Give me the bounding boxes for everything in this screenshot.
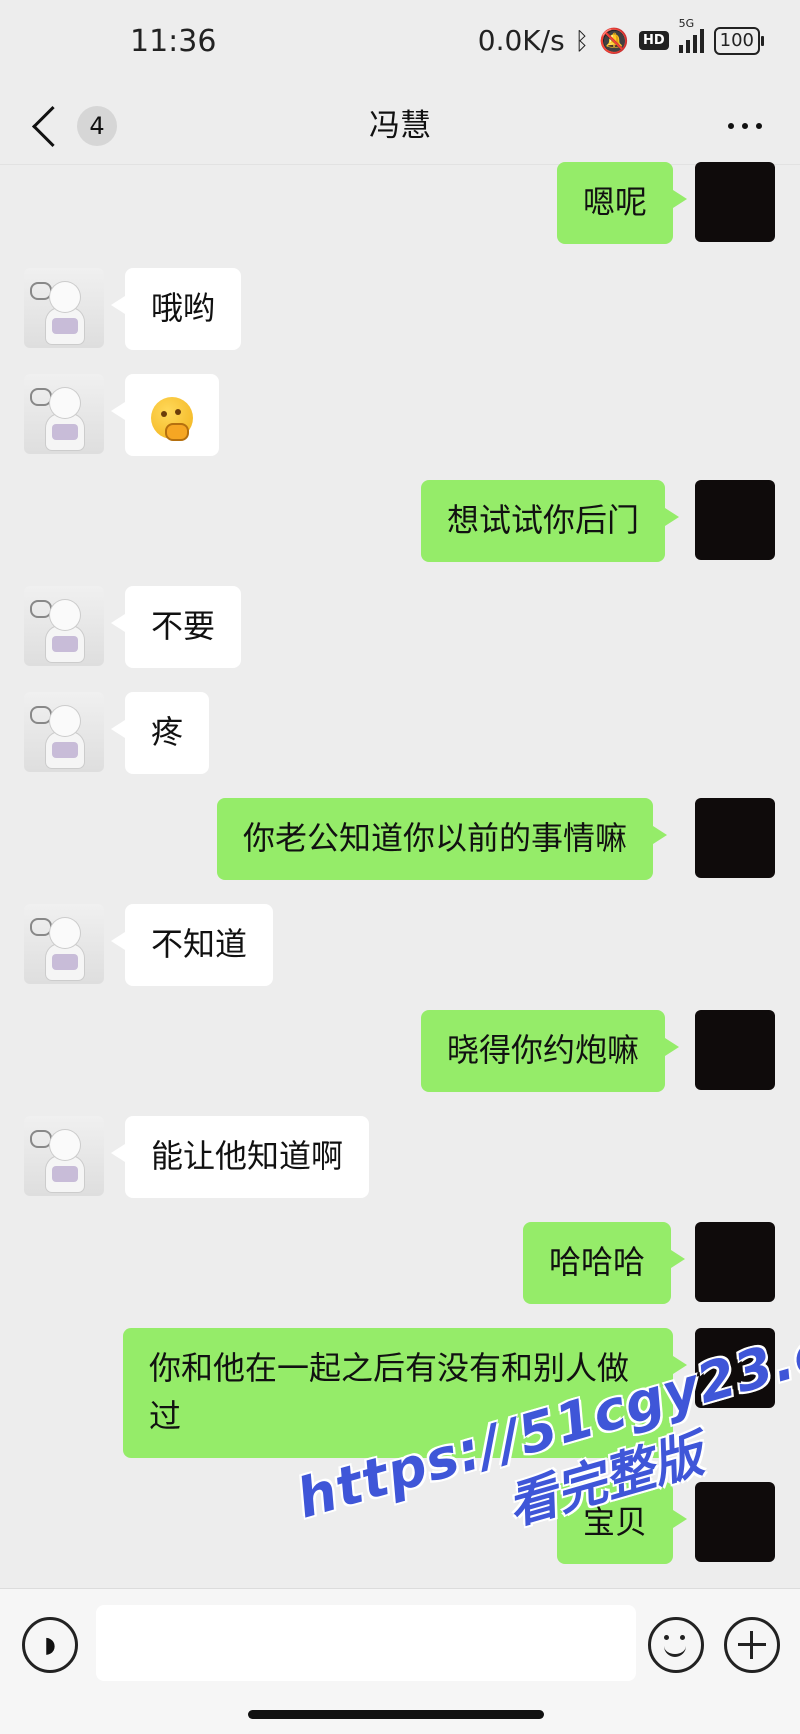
more-dots-icon — [756, 123, 762, 129]
chat-header: 冯慧 4 — [0, 88, 800, 165]
more-dots-icon — [728, 123, 734, 129]
network-speed: 0.0K/s — [477, 24, 565, 57]
contact-avatar[interactable] — [24, 586, 104, 666]
message-input[interactable] — [96, 1605, 636, 1681]
message-bubble-received[interactable]: 不要 — [110, 586, 242, 668]
message-bubble-received[interactable]: 哦哟 — [110, 268, 242, 350]
my-avatar[interactable] — [695, 162, 775, 242]
status-time: 11:36 — [130, 24, 217, 59]
mute-bell-icon: 🔕 — [599, 26, 629, 55]
more-options-button[interactable] — [728, 108, 762, 144]
contact-avatar[interactable] — [24, 692, 104, 772]
my-avatar[interactable] — [695, 1010, 775, 1090]
unread-count-badge: 4 — [77, 106, 117, 146]
my-avatar[interactable] — [695, 1222, 775, 1302]
message-bubble-sent[interactable]: 嗯呢 — [557, 162, 688, 244]
message-bubble-sent[interactable]: 你老公知道你以前的事情嘛 — [217, 798, 668, 880]
message-bubble-received[interactable] — [111, 374, 219, 456]
message-bubble-received[interactable]: 不知道 — [110, 904, 274, 986]
status-indicators: 0.0K/s ᛒ 🔕 HD 5G 100 — [477, 17, 765, 57]
message-bubble-sent[interactable]: 你和他在一起之后有没有和别人做过 — [123, 1328, 687, 1458]
more-functions-button[interactable] — [724, 1617, 780, 1673]
chevron-left-icon — [31, 105, 74, 147]
bluetooth-icon: ᛒ — [574, 26, 590, 55]
hand-over-mouth-emoji-icon — [151, 397, 193, 441]
contact-avatar[interactable] — [24, 374, 104, 454]
message-bubble-sent[interactable]: 宝贝 — [557, 1482, 688, 1564]
contact-avatar[interactable] — [24, 268, 104, 348]
message-bubble-sent[interactable]: 晓得你约炮嘛 — [421, 1010, 680, 1092]
chat-title: 冯慧 — [369, 108, 431, 144]
more-dots-icon — [742, 123, 748, 129]
message-bubble-sent[interactable]: 想试试你后门 — [421, 480, 680, 562]
emoji-button[interactable] — [648, 1617, 704, 1673]
contact-avatar[interactable] — [24, 904, 104, 984]
back-button[interactable]: 4 — [28, 94, 117, 158]
battery-icon: 100 — [713, 26, 765, 55]
voice-input-button[interactable]: ◗ — [22, 1617, 78, 1673]
status-bar: 11:36 0.0K/s ᛒ 🔕 HD 5G 100 — [0, 0, 800, 88]
my-avatar[interactable] — [695, 480, 775, 560]
my-avatar[interactable] — [695, 798, 775, 878]
voice-icon: ◗ — [44, 1632, 56, 1658]
signal-label: 5G — [678, 16, 695, 30]
message-bubble-received[interactable]: 疼 — [110, 692, 210, 774]
home-indicator[interactable] — [248, 1710, 544, 1719]
my-avatar[interactable] — [695, 1328, 775, 1408]
hd-icon: HD — [638, 31, 669, 50]
contact-avatar[interactable] — [24, 1116, 104, 1196]
my-avatar[interactable] — [695, 1482, 775, 1562]
message-bubble-sent[interactable]: 哈哈哈 — [523, 1222, 686, 1304]
signal-icon: 5G — [678, 17, 704, 53]
message-bubble-received[interactable]: 能让他知道啊 — [110, 1116, 370, 1198]
